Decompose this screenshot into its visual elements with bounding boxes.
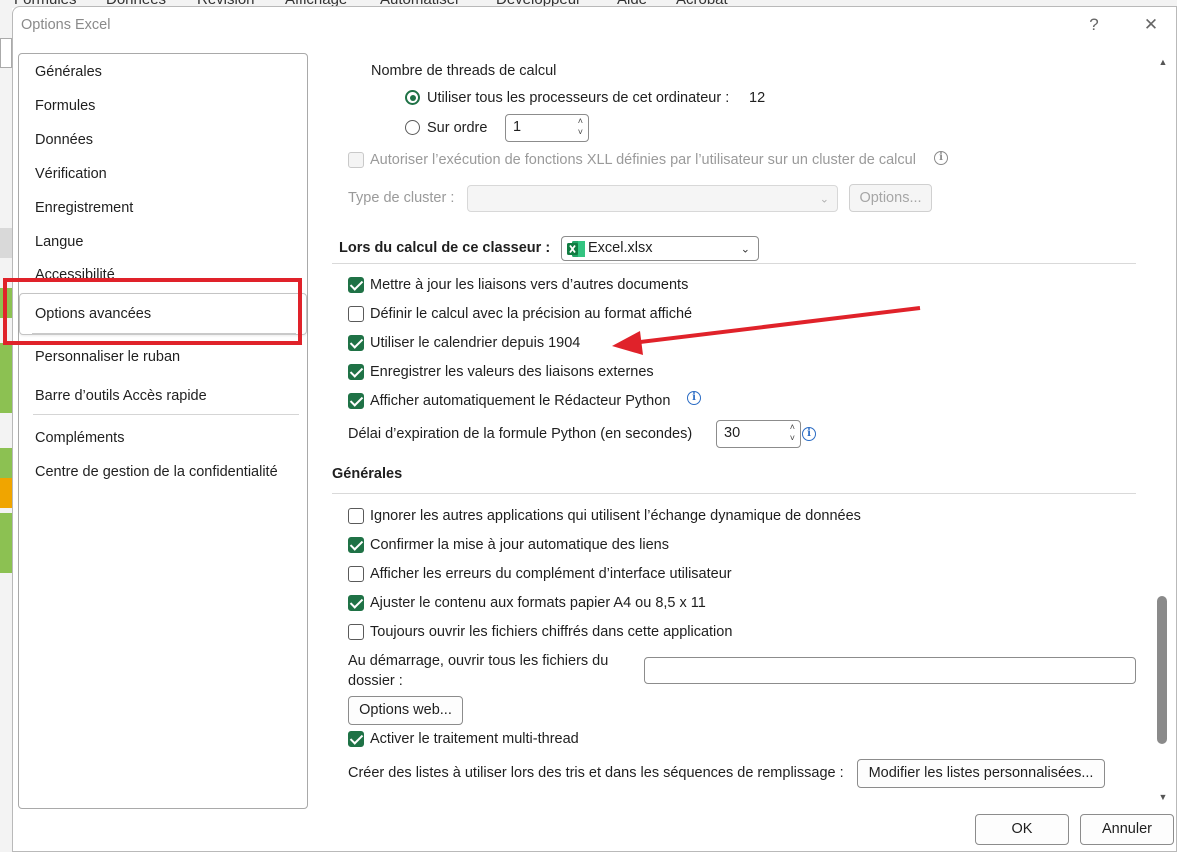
info-icon[interactable]: i bbox=[687, 391, 701, 405]
chevron-down-icon: ⌄ bbox=[819, 193, 829, 205]
multithread-checkbox[interactable] bbox=[348, 731, 364, 747]
edit-custom-lists-button[interactable]: Modifier les listes personnalisées... bbox=[857, 759, 1105, 788]
nav-item-verification[interactable]: Vérification bbox=[35, 166, 107, 182]
bg-cell bbox=[0, 228, 12, 258]
scale-paper-size-checkbox[interactable] bbox=[348, 595, 364, 611]
startup-folder-label-line2: dossier : bbox=[348, 673, 403, 689]
excel-sheet-background bbox=[0, 8, 12, 852]
nav-item-langue[interactable]: Langue bbox=[35, 234, 83, 250]
show-addin-errors-checkbox[interactable] bbox=[348, 566, 364, 582]
scroll-up-icon[interactable]: ▲ bbox=[1157, 57, 1169, 67]
nav-item-barre-acces-rapide[interactable]: Barre d’outils Accès rapide bbox=[35, 388, 207, 404]
help-button[interactable]: ? bbox=[1082, 13, 1106, 37]
confirm-link-update-checkbox[interactable] bbox=[348, 537, 364, 553]
nav-item-formules[interactable]: Formules bbox=[35, 98, 95, 114]
show-addin-errors-label[interactable]: Afficher les erreurs du complément d’int… bbox=[370, 566, 732, 582]
workbook-select[interactable]: Excel.xlsx ⌄ bbox=[561, 236, 759, 261]
xll-cluster-checkbox[interactable] bbox=[348, 152, 364, 168]
red-arrow-annotation bbox=[612, 306, 921, 355]
excel-file-icon bbox=[567, 241, 585, 257]
open-encrypted-checkbox[interactable] bbox=[348, 624, 364, 640]
highlight-box bbox=[3, 278, 302, 345]
update-links-label[interactable]: Mettre à jour les liaisons vers d’autres… bbox=[370, 277, 688, 293]
python-timeout-value: 30 bbox=[724, 425, 741, 441]
scrollbar-thumb[interactable] bbox=[1157, 596, 1167, 744]
xll-cluster-label: Autoriser l’exécution de fonctions XLL d… bbox=[370, 152, 916, 168]
save-external-links-checkbox[interactable] bbox=[348, 364, 364, 380]
stepper-arrows-icon[interactable]: ˄ ˅ bbox=[790, 422, 795, 444]
multithread-label[interactable]: Activer le traitement multi-thread bbox=[370, 731, 579, 747]
manual-threads-value: 1 bbox=[513, 119, 522, 135]
ok-button[interactable]: OK bbox=[975, 814, 1069, 845]
confirm-link-update-label[interactable]: Confirmer la mise à jour automatique des… bbox=[370, 537, 669, 553]
scroll-down-icon[interactable]: ▼ bbox=[1157, 792, 1169, 802]
cluster-type-select[interactable]: ⌄ bbox=[467, 185, 838, 212]
manual-threads-label[interactable]: Sur ordre bbox=[427, 120, 487, 136]
workbook-select-value: Excel.xlsx bbox=[588, 240, 653, 256]
cluster-options-button[interactable]: Options... bbox=[849, 184, 932, 212]
date-system-1904-label[interactable]: Utiliser le calendrier depuis 1904 bbox=[370, 335, 580, 351]
bg-cell bbox=[0, 513, 12, 573]
web-options-button[interactable]: Options web... bbox=[348, 696, 463, 725]
nav-item-complements[interactable]: Compléments bbox=[35, 430, 124, 446]
update-links-checkbox[interactable] bbox=[348, 277, 364, 293]
bg-cell bbox=[0, 448, 12, 478]
open-encrypted-label[interactable]: Toujours ouvrir les fichiers chiffrés da… bbox=[370, 624, 732, 640]
cluster-type-label: Type de cluster : bbox=[348, 190, 455, 206]
general-section-title: Générales bbox=[332, 466, 403, 482]
python-editor-checkbox[interactable] bbox=[348, 393, 364, 409]
python-timeout-stepper[interactable]: 30 ˄ ˅ bbox=[716, 420, 801, 448]
info-icon[interactable]: i bbox=[802, 427, 816, 441]
startup-folder-input[interactable] bbox=[644, 657, 1136, 684]
nav-item-donnees[interactable]: Données bbox=[35, 132, 93, 148]
use-all-processors-label[interactable]: Utiliser tous les processeurs de cet ord… bbox=[427, 90, 729, 106]
custom-lists-label: Créer des listes à utiliser lors des tri… bbox=[348, 765, 844, 781]
manual-threads-radio[interactable] bbox=[405, 120, 420, 135]
nav-item-personnaliser-ruban[interactable]: Personnaliser le ruban bbox=[35, 349, 180, 365]
nav-item-generales[interactable]: Générales bbox=[35, 64, 102, 80]
precision-as-displayed-checkbox[interactable] bbox=[348, 306, 364, 322]
save-external-links-label[interactable]: Enregistrer les valeurs des liaisons ext… bbox=[370, 364, 654, 380]
dialog-title: Options Excel bbox=[21, 17, 111, 33]
startup-folder-label-line1: Au démarrage, ouvrir tous les fichiers d… bbox=[348, 653, 609, 669]
stepper-arrows-icon[interactable]: ˄ ˅ bbox=[578, 116, 583, 138]
scale-paper-size-label[interactable]: Ajuster le contenu aux formats papier A4… bbox=[370, 595, 706, 611]
nav-pane: Générales Formules Données Vérification … bbox=[18, 53, 308, 809]
threads-label: Nombre de threads de calcul bbox=[371, 63, 557, 79]
bg-cell bbox=[0, 478, 12, 508]
info-icon[interactable]: i bbox=[934, 151, 948, 165]
python-editor-label[interactable]: Afficher automatiquement le Rédacteur Py… bbox=[370, 393, 670, 409]
nav-separator bbox=[33, 414, 299, 415]
close-button[interactable]: ✕ bbox=[1139, 13, 1163, 37]
bg-cell bbox=[0, 343, 12, 413]
manual-threads-stepper[interactable]: 1 ˄ ˅ bbox=[505, 114, 589, 142]
workbook-calc-title: Lors du calcul de ce classeur : bbox=[339, 240, 551, 256]
ignore-dde-label[interactable]: Ignorer les autres applications qui util… bbox=[370, 508, 861, 524]
cancel-button[interactable]: Annuler bbox=[1080, 814, 1174, 845]
date-system-1904-checkbox[interactable] bbox=[348, 335, 364, 351]
processor-count: 12 bbox=[749, 90, 766, 106]
nav-item-enregistrement[interactable]: Enregistrement bbox=[35, 200, 133, 216]
ignore-dde-checkbox[interactable] bbox=[348, 508, 364, 524]
python-timeout-label: Délai d’expiration de la formule Python … bbox=[348, 426, 693, 442]
bg-cell bbox=[0, 38, 12, 68]
nav-item-centre-confidentialite[interactable]: Centre de gestion de la confidentialité bbox=[35, 464, 278, 480]
chevron-down-icon: ⌄ bbox=[740, 243, 750, 255]
section-divider bbox=[332, 263, 1136, 264]
use-all-processors-radio[interactable] bbox=[405, 90, 420, 105]
section-divider bbox=[332, 493, 1136, 494]
